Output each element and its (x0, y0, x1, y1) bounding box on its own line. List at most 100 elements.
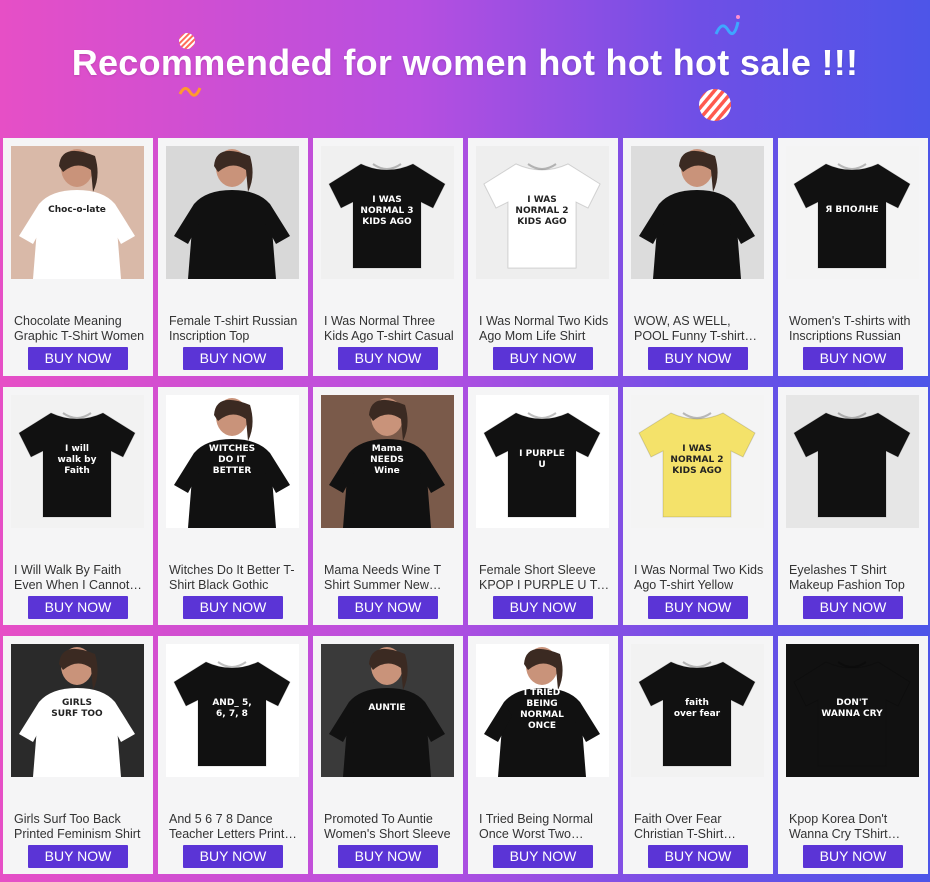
svg-text:KIDS AGO: KIDS AGO (362, 217, 412, 227)
product-card[interactable]: DON'T WANNA CRY Kpop Korea Don't Wanna Cr… (778, 636, 928, 874)
product-title[interactable]: Girls Surf Too Back Printed Feminism Shi… (14, 812, 146, 842)
product-card[interactable]: WOW, AS WELL, POOL Funny T-shirt Women B… (623, 138, 773, 376)
product-image[interactable]: Choc-o-late (11, 146, 144, 279)
svg-text:BEING: BEING (526, 699, 557, 709)
tshirt-flatlay-icon: faithover fear (631, 644, 764, 777)
product-card[interactable]: Choc-o-late Chocolate Meaning Graphic T-… (3, 138, 153, 376)
buy-now-button[interactable]: BUY NOW (803, 347, 903, 370)
product-card[interactable]: Mama NEEDS Wine Mama Needs Wine T Shirt Su… (313, 387, 463, 625)
product-title[interactable]: Female Short Sleeve KPOP I PURPLE U T-sh… (479, 563, 611, 593)
buy-now-button[interactable]: BUY NOW (338, 596, 438, 619)
product-card[interactable]: Female T-shirt Russian Inscription Top B… (158, 138, 308, 376)
product-title[interactable]: Mama Needs Wine T Shirt Summer New Women (324, 563, 456, 593)
photo-model-icon: Choc-o-late (11, 146, 144, 279)
product-image[interactable]: AND_ 5, 6, 7, 8 (166, 644, 299, 777)
product-card[interactable]: Eyelashes T Shirt Makeup Fashion Top BUY… (778, 387, 928, 625)
product-image[interactable]: DON'T WANNA CRY (786, 644, 919, 777)
product-image[interactable]: I WAS NORMAL 3 KIDS AGO (321, 146, 454, 279)
product-title[interactable]: I Was Normal Two Kids Ago Mom Life Shirt (479, 314, 611, 344)
striped-balloon-icon (699, 89, 731, 121)
product-image[interactable]: GIRLS SURF TOO (11, 644, 144, 777)
svg-text:Wine: Wine (374, 466, 400, 476)
svg-text:Mama: Mama (372, 444, 402, 454)
product-title[interactable]: I Was Normal Two Kids Ago T-shirt Yellow (634, 563, 766, 593)
svg-text:NORMAL 2: NORMAL 2 (670, 455, 723, 465)
product-image[interactable] (631, 146, 764, 279)
buy-now-button[interactable]: BUY NOW (803, 845, 903, 868)
product-image[interactable] (166, 146, 299, 279)
tshirt-flatlay-icon: DON'TWANNA CRY (786, 644, 919, 777)
product-card[interactable]: I PURPLE U Female Short Sleeve KPOP I PUR… (468, 387, 618, 625)
product-image[interactable]: I WAS NORMAL 2 KIDS AGO (476, 146, 609, 279)
product-image[interactable]: WITCHES DO IT BETTER (166, 395, 299, 528)
buy-now-button[interactable]: BUY NOW (338, 347, 438, 370)
svg-text:I TRIED: I TRIED (524, 688, 561, 698)
svg-text:I WAS: I WAS (682, 444, 711, 454)
svg-text:AND_ 5,: AND_ 5, (212, 698, 251, 708)
product-title[interactable]: I Tried Being Normal Once Worst Two Minu… (479, 812, 611, 842)
buy-now-button[interactable]: BUY NOW (493, 596, 593, 619)
product-image[interactable]: Mama NEEDS Wine (321, 395, 454, 528)
buy-now-button[interactable]: BUY NOW (803, 596, 903, 619)
product-title[interactable]: Chocolate Meaning Graphic T-Shirt Women (14, 314, 146, 344)
product-title[interactable]: Female T-shirt Russian Inscription Top (169, 314, 301, 344)
product-title[interactable]: I Will Walk By Faith Even When I Cannot … (14, 563, 146, 593)
product-image[interactable]: AUNTIE (321, 644, 454, 777)
svg-text:NORMAL 2: NORMAL 2 (515, 206, 568, 216)
buy-now-button[interactable]: BUY NOW (493, 347, 593, 370)
tshirt-flatlay-icon: I willwalk byFaith (11, 395, 144, 528)
photo-model-icon: I TRIEDBEINGNORMALONCE (476, 644, 609, 777)
product-card[interactable]: I TRIED BEING NORMAL ONCE I Tried Being Nor… (468, 636, 618, 874)
product-title[interactable]: Kpop Korea Don't Wanna Cry TShirt Women (789, 812, 921, 842)
photo-model-icon: MamaNEEDSWine (321, 395, 454, 528)
svg-text:DON'T: DON'T (836, 698, 868, 708)
product-card[interactable]: AUNTIE Promoted To Auntie Women's Short … (313, 636, 463, 874)
svg-text:I WAS: I WAS (527, 195, 556, 205)
buy-now-button[interactable]: BUY NOW (183, 347, 283, 370)
product-card[interactable]: I WAS NORMAL 3 KIDS AGO I Was Normal Three… (313, 138, 463, 376)
svg-text:I will: I will (65, 444, 89, 454)
product-image[interactable]: Я ВПОЛНЕ (786, 146, 919, 279)
product-image[interactable]: I TRIED BEING NORMAL ONCE (476, 644, 609, 777)
product-image[interactable] (786, 395, 919, 528)
product-card[interactable]: GIRLS SURF TOO Girls Surf Too Back Printe… (3, 636, 153, 874)
buy-now-button[interactable]: BUY NOW (28, 347, 128, 370)
product-image[interactable]: faith over fear (631, 644, 764, 777)
buy-now-button[interactable]: BUY NOW (648, 347, 748, 370)
photo-model-icon (631, 146, 764, 279)
buy-now-button[interactable]: BUY NOW (493, 845, 593, 868)
product-card[interactable]: Я ВПОЛНЕ Women's T-shirts with Inscripti… (778, 138, 928, 376)
product-card[interactable]: I will walk by Faith I Will Walk By Faith … (3, 387, 153, 625)
buy-now-button[interactable]: BUY NOW (648, 596, 748, 619)
product-card[interactable]: AND_ 5, 6, 7, 8 And 5 6 7 8 Dance Teacher… (158, 636, 308, 874)
photo-model-icon: GIRLSSURF TOO (11, 644, 144, 777)
product-title[interactable]: Witches Do It Better T-Shirt Black Gothi… (169, 563, 301, 593)
product-title[interactable]: Eyelashes T Shirt Makeup Fashion Top (789, 563, 921, 593)
buy-now-button[interactable]: BUY NOW (338, 845, 438, 868)
svg-text:KIDS AGO: KIDS AGO (517, 217, 567, 227)
product-grid: Choc-o-late Chocolate Meaning Graphic T-… (3, 138, 928, 874)
banner-title: Recommended for women hot hot hot sale !… (71, 42, 859, 83)
buy-now-button[interactable]: BUY NOW (183, 845, 283, 868)
promo-banner: Recommended for women hot hot hot sale !… (0, 0, 930, 136)
product-card[interactable]: I WAS NORMAL 2 KIDS AGO I Was Normal Two K… (468, 138, 618, 376)
product-card[interactable]: WITCHES DO IT BETTER Witches Do It Better … (158, 387, 308, 625)
product-card[interactable]: I WAS NORMAL 2 KIDS AGO I Was Normal Two K… (623, 387, 773, 625)
product-title[interactable]: Women's T-shirts with Inscriptions Russi… (789, 314, 921, 344)
buy-now-button[interactable]: BUY NOW (28, 596, 128, 619)
product-title[interactable]: Faith Over Fear Christian T-Shirt Women (634, 812, 766, 842)
product-image[interactable]: I will walk by Faith (11, 395, 144, 528)
product-title[interactable]: And 5 6 7 8 Dance Teacher Letters Print … (169, 812, 301, 842)
tshirt-flatlay-icon: AND_ 5,6, 7, 8 (166, 644, 299, 777)
product-image[interactable]: I PURPLE U (476, 395, 609, 528)
product-image[interactable]: I WAS NORMAL 2 KIDS AGO (631, 395, 764, 528)
buy-now-button[interactable]: BUY NOW (183, 596, 283, 619)
buy-now-button[interactable]: BUY NOW (648, 845, 748, 868)
product-title[interactable]: Promoted To Auntie Women's Short Sleeve (324, 812, 456, 842)
product-title[interactable]: WOW, AS WELL, POOL Funny T-shirt Women (634, 314, 766, 344)
svg-text:NEEDS: NEEDS (370, 455, 404, 465)
product-card[interactable]: faith over fear Faith Over Fear Christian… (623, 636, 773, 874)
svg-text:WITCHES: WITCHES (209, 444, 255, 454)
product-title[interactable]: I Was Normal Three Kids Ago T-shirt Casu… (324, 314, 456, 344)
buy-now-button[interactable]: BUY NOW (28, 845, 128, 868)
